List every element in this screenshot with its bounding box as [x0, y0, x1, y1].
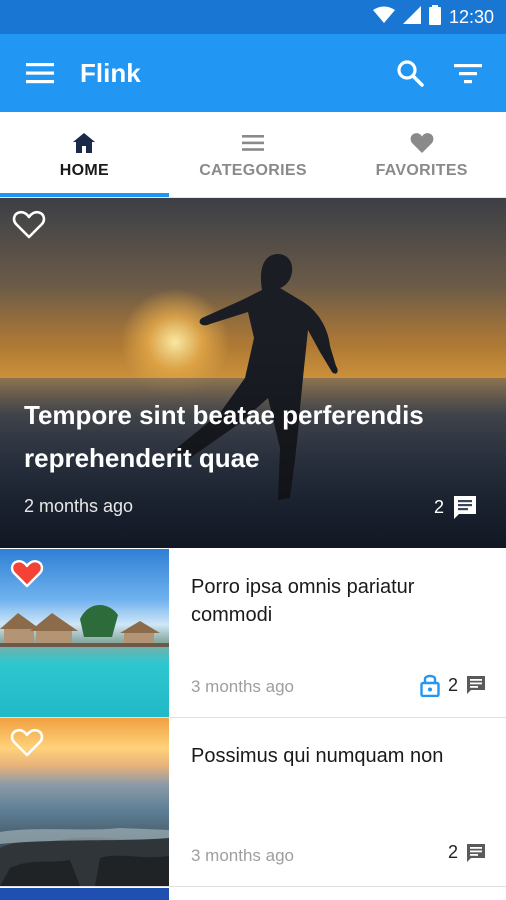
- post-title[interactable]: Possimus qui numquam non: [191, 742, 491, 770]
- tab-label-home: HOME: [59, 161, 109, 179]
- featured-title[interactable]: Tempore sint beatae perferendis reprehen…: [24, 394, 474, 480]
- list-item[interactable]: Porro ipsa omnis pariatur commodi 3 mont…: [0, 549, 506, 718]
- heart-filled-icon: [10, 560, 44, 588]
- comment-icon[interactable]: [466, 675, 486, 695]
- lock-icon: [420, 674, 440, 697]
- list-icon: [242, 130, 264, 156]
- filter-button[interactable]: [448, 53, 488, 93]
- signal-icon: [402, 5, 421, 29]
- comment-icon: [454, 496, 476, 519]
- status-time: 12:30: [448, 6, 494, 27]
- thumbnail-rocks: [0, 828, 169, 886]
- heart-outline-icon: [12, 210, 46, 239]
- featured-timestamp: 2 months ago: [24, 496, 134, 516]
- battery-icon: [428, 4, 441, 30]
- tab-categories[interactable]: CATEGORIES: [169, 112, 338, 197]
- list-item[interactable]: Possimus qui numquam non 3 months ago 2: [0, 718, 506, 887]
- thumbnail-huts: [0, 605, 169, 647]
- featured-comments[interactable]: 2: [434, 494, 478, 520]
- heart-icon: [410, 130, 434, 156]
- heart-outline-icon: [10, 728, 44, 757]
- favorite-toggle-featured[interactable]: [12, 210, 46, 245]
- app-title: Flink: [80, 57, 141, 88]
- favorite-toggle[interactable]: [10, 728, 44, 763]
- comment-icon[interactable]: [466, 843, 486, 863]
- post-thumbnail: [0, 718, 169, 886]
- tab-home[interactable]: HOME: [0, 112, 169, 197]
- status-bar: 12:30: [0, 0, 506, 34]
- post-title[interactable]: Porro ipsa omnis pariatur commodi: [191, 573, 491, 629]
- wifi-icon: [372, 6, 395, 29]
- post-meta: 2: [420, 673, 486, 697]
- featured-post[interactable]: Tempore sint beatae perferendis reprehen…: [0, 198, 506, 548]
- next-item-thumbnail-peek: [0, 888, 169, 900]
- tab-label-favorites: FAVORITES: [375, 161, 468, 179]
- home-icon: [73, 130, 96, 156]
- tab-label-categories: CATEGORIES: [199, 161, 307, 179]
- post-timestamp: 3 months ago: [191, 677, 295, 696]
- comment-count: 2: [447, 842, 458, 862]
- tab-bar: HOME CATEGORIES FAVORITES: [0, 112, 506, 198]
- search-icon: [397, 60, 424, 87]
- tab-indicator: [0, 193, 169, 197]
- favorite-toggle[interactable]: [10, 559, 44, 594]
- post-thumbnail: [0, 549, 169, 717]
- comment-count: 2: [433, 496, 444, 517]
- tab-indicator-inactive: [337, 193, 506, 197]
- tab-indicator-inactive: [169, 193, 338, 197]
- comment-count: 2: [447, 674, 458, 695]
- post-meta: 2: [448, 842, 486, 863]
- hamburger-icon: [26, 63, 54, 84]
- search-button[interactable]: [390, 53, 430, 93]
- menu-button[interactable]: [20, 53, 60, 93]
- app-bar: Flink: [0, 34, 506, 112]
- filter-icon: [454, 64, 482, 84]
- tab-favorites[interactable]: FAVORITES: [337, 112, 506, 197]
- post-timestamp: 3 months ago: [191, 846, 295, 865]
